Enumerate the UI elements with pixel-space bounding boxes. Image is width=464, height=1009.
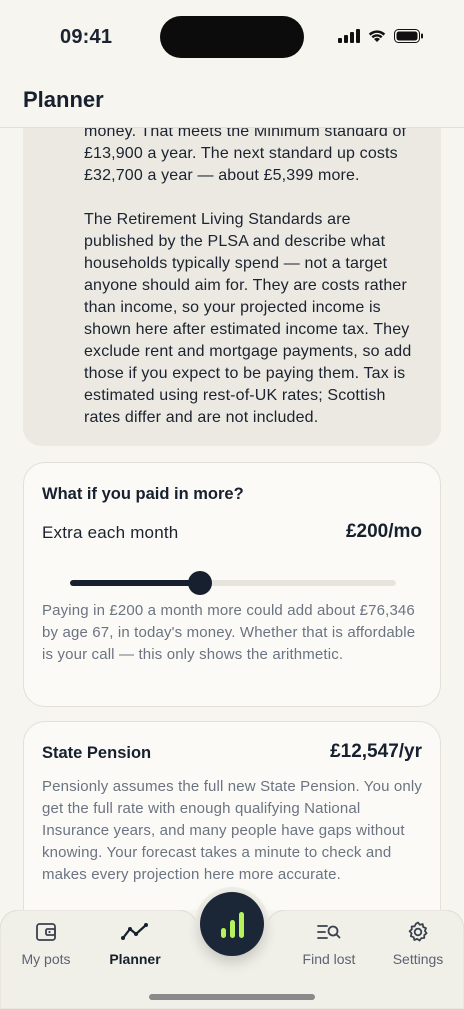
wifi-icon <box>368 30 386 42</box>
info-paragraph: The Retirement Living Standards are publ… <box>84 211 412 426</box>
wallet-icon <box>36 923 56 941</box>
tab-label: Settings <box>392 951 444 967</box>
center-action-button[interactable] <box>200 892 264 956</box>
home-indicator <box>149 994 315 1000</box>
slider-fill <box>70 580 201 586</box>
battery-icon <box>394 28 423 43</box>
what-if-title: What if you paid in more? <box>42 485 244 503</box>
status-icons <box>338 28 424 43</box>
bottom-tab-bar: My pots Planner Find lost Settings <box>0 892 464 1009</box>
bar-chart-icon-bar <box>238 912 244 938</box>
page-title: Planner <box>23 87 104 112</box>
state-pension-value: £12,547/yr <box>330 741 422 762</box>
tab-settings[interactable]: Settings <box>372 920 464 980</box>
extra-monthly-label: Extra each month <box>42 523 179 542</box>
bar-chart-icon <box>220 928 226 938</box>
extra-monthly-value: £200/mo <box>345 521 422 542</box>
search-list-icon <box>317 925 341 939</box>
info-text: money. That meets the Minimum standard o… <box>84 128 423 429</box>
tab-planner[interactable]: Planner <box>89 920 181 980</box>
tab-label: Planner <box>109 951 161 967</box>
bar-chart-icon-bar <box>229 920 235 938</box>
tab-my-pots[interactable]: My pots <box>0 920 92 980</box>
planner-scroll-area[interactable]: money. That meets the Minimum standard o… <box>0 128 464 910</box>
state-pension-title: State Pension <box>42 744 152 762</box>
gear-icon <box>408 921 428 942</box>
cellular-signal-icon <box>338 28 360 43</box>
tab-find-lost[interactable]: Find lost <box>283 920 375 980</box>
state-pension-card[interactable]: State Pension £12,547/yr Pensionly assum… <box>23 721 441 910</box>
what-if-card: What if you paid in more? Extra each mon… <box>23 462 441 707</box>
trend-line-icon <box>121 923 148 940</box>
status-bar: 09:41 <box>0 0 464 76</box>
tab-label: My pots <box>21 951 71 967</box>
what-if-explanation: Paying in £200 a month more could add ab… <box>42 602 416 663</box>
tab-label: Find lost <box>302 951 356 967</box>
state-pension-explanation: Pensionly assumes the full new State Pen… <box>42 778 423 883</box>
status-time: 09:41 <box>60 26 113 48</box>
info-paragraph: money. That meets the Minimum standard o… <box>84 128 407 184</box>
extra-monthly-slider[interactable] <box>70 569 396 597</box>
app-header: Planner <box>0 76 464 128</box>
slider-thumb[interactable] <box>188 571 213 595</box>
living-standards-info-card: money. That meets the Minimum standard o… <box>23 128 441 446</box>
dynamic-island <box>160 16 304 58</box>
